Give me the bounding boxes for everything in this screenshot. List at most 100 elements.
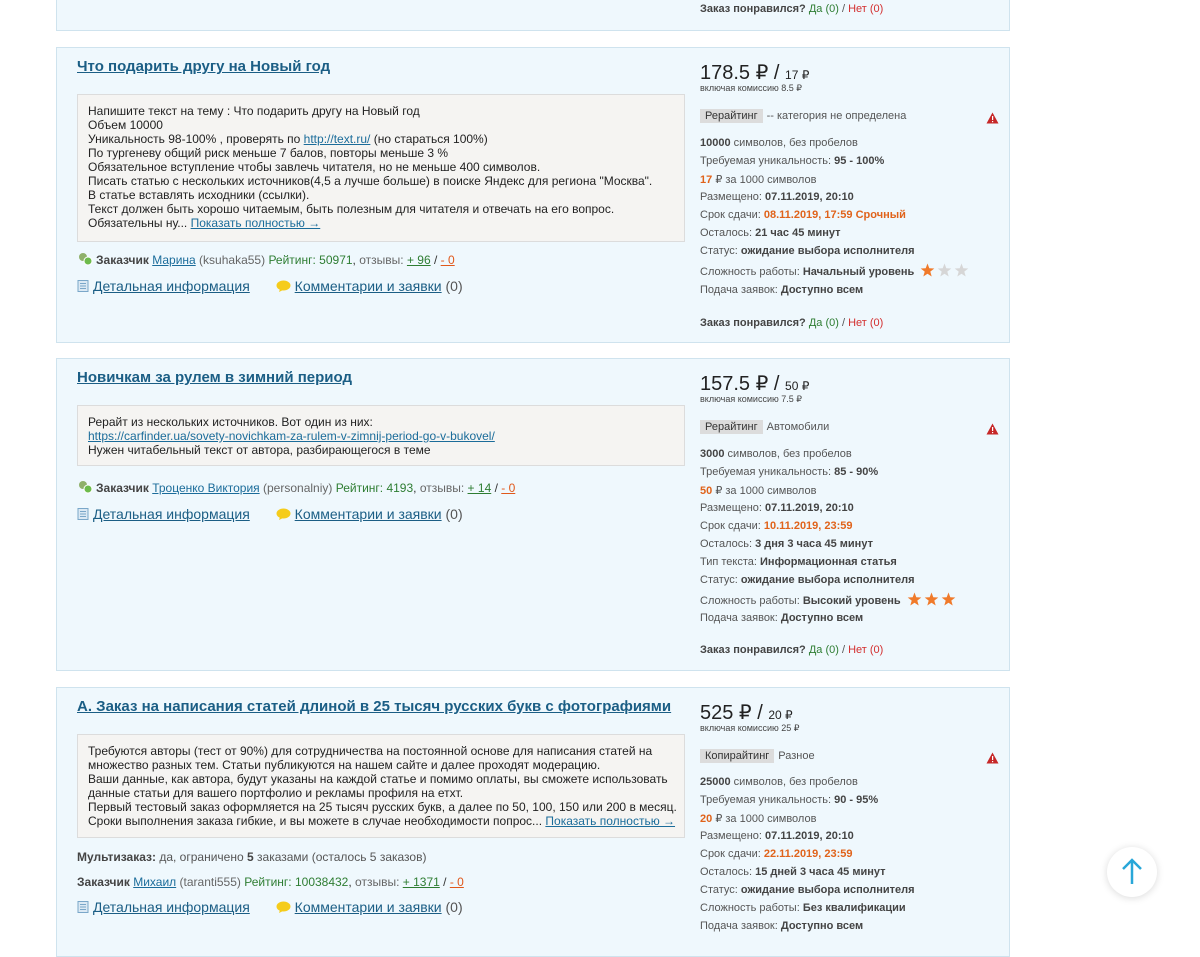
status-row: Статус: ожидание выбора исполнителя xyxy=(700,884,915,896)
like-no-link[interactable]: Нет (0) xyxy=(848,3,883,15)
details-link[interactable]: Детальная информация xyxy=(93,278,250,294)
customer-row: Заказчик Михаил (taranti555) Рейтинг: 10… xyxy=(77,875,464,889)
like-yes-link[interactable]: Да (0) xyxy=(809,317,839,329)
liked-row: Заказ понравился? Да (0) / Нет (0) xyxy=(700,317,884,329)
status-row: Статус: ожидание выбора исполнителя xyxy=(700,574,915,586)
order-title[interactable]: Новичкам за рулем в зимний период xyxy=(77,369,352,386)
warning-icon[interactable] xyxy=(986,423,999,435)
like-yes-link[interactable]: Да (0) xyxy=(809,3,839,15)
multi-label: Мультизаказ: xyxy=(77,850,156,864)
type-tag: Рерайтинг xyxy=(700,420,763,434)
desc-line: множество разных тем. Статьи публикуются… xyxy=(88,758,601,772)
text-type-row: Тип текста: Информационная статья xyxy=(700,556,897,568)
liked-label: Заказ понравился? xyxy=(700,3,806,15)
chars-row: 10000 символов, без пробелов xyxy=(700,137,858,149)
difficulty-row: Сложность работы: Начальный уровень xyxy=(700,263,970,278)
desc-link[interactable]: http://text.ru/ xyxy=(304,132,371,146)
customer-label: Заказчик xyxy=(77,875,130,889)
like-no-link[interactable]: Нет (0) xyxy=(848,317,883,329)
customer-name-link[interactable]: Марина xyxy=(152,253,195,267)
comments-link[interactable]: Комментарии и заявки xyxy=(295,278,442,294)
left-row: Осталось: 21 час 45 минут xyxy=(700,227,841,239)
document-icon xyxy=(77,901,89,913)
actions-row: Детальная информация Комментарии и заявк… xyxy=(77,899,463,915)
order-price: 525 ₽ / 20 ₽ xyxy=(700,702,793,724)
comments-count: (0) xyxy=(445,506,463,522)
comment-bubble-icon xyxy=(276,901,291,913)
uniq-row: Требуемая уникальность: 90 - 95% xyxy=(700,794,879,806)
left-row: Осталось: 3 дня 3 часа 45 минут xyxy=(700,538,873,550)
customer-label: Заказчик xyxy=(96,481,149,495)
desc-line: Уникальность 98-100% , проверять по http… xyxy=(88,132,488,146)
apply-row: Подача заявок: Доступно всем xyxy=(700,612,864,624)
like-yes-link[interactable]: Да (0) xyxy=(809,644,839,656)
desc-line: В статье вставлять исходники (ссылки). xyxy=(88,188,310,202)
desc-line: Писать статью с нескольких источников(4,… xyxy=(88,174,653,188)
posted-row: Размещено: 07.11.2019, 20:10 xyxy=(700,830,854,842)
order-card-partial: Заказ понравился? Да (0) / Нет (0) xyxy=(56,0,1010,31)
desc-line: данные статьи для вашего портфолио и рек… xyxy=(88,786,464,800)
arrow-up-icon xyxy=(1122,858,1142,884)
chars-row: 25000 символов, без пробелов xyxy=(700,776,858,788)
warning-icon[interactable] xyxy=(986,752,999,764)
reviews-label: отзывы: xyxy=(359,253,404,267)
customer-name-link[interactable]: Михаил xyxy=(133,875,176,889)
posted-row: Размещено: 07.11.2019, 20:10 xyxy=(700,191,854,203)
customer-label: Заказчик xyxy=(96,253,149,267)
details-link[interactable]: Детальная информация xyxy=(93,899,250,915)
difficulty-row: Сложность работы: Без квалификации xyxy=(700,902,906,914)
reviews-minus-link[interactable]: - 0 xyxy=(450,875,464,889)
reviews-minus-link[interactable]: - 0 xyxy=(441,253,455,267)
multi-order-row: Мультизаказ: да, ограничено 5 заказами (… xyxy=(77,850,427,864)
order-title[interactable]: Что подарить другу на Новый год xyxy=(77,58,330,75)
customer-row: Заказчик Марина (ksuhaka55) Рейтинг: 509… xyxy=(77,252,455,267)
desc-line: https://carfinder.ua/sovety-novichkam-za… xyxy=(88,429,674,443)
type-tag: Рерайтинг xyxy=(700,109,763,123)
reviews-plus-link[interactable]: + 96 xyxy=(407,253,431,267)
commission: включая комиссию 25 ₽ xyxy=(700,723,800,733)
desc-line: Обязательное вступление чтобы завлечь чи… xyxy=(88,160,541,174)
show-more-link[interactable]: Показать полностью → xyxy=(545,814,675,828)
category-row: Рерайтинг Автомобили xyxy=(700,420,829,434)
order-title[interactable]: А. Заказ на написания статей длиной в 25… xyxy=(77,698,671,715)
document-icon xyxy=(77,508,89,520)
reviews-label: отзывы: xyxy=(419,481,465,495)
desc-line: Первый тестовый заказ оформляется на 25 … xyxy=(88,800,677,814)
reviews-plus-link[interactable]: + 1371 xyxy=(403,875,440,889)
desc-line: Ваши данные, как автора, будут указаны н… xyxy=(88,772,668,786)
desc-line: Рерайт из нескольких источников. Вот оди… xyxy=(88,415,373,429)
customer-login: (taranti555) xyxy=(179,875,241,889)
reviews-plus-link[interactable]: + 14 xyxy=(468,481,492,495)
category-row: Рерайтинг -- категория не определена xyxy=(700,109,906,123)
order-description: Напишите текст на тему : Что подарить др… xyxy=(77,94,685,242)
document-icon xyxy=(77,280,89,292)
scroll-to-top-button[interactable] xyxy=(1107,847,1157,897)
customer-row: Заказчик Троценко Виктория (personalniy)… xyxy=(77,480,515,495)
customer-name-link[interactable]: Троценко Виктория xyxy=(152,481,259,495)
show-more-link[interactable]: Показать полностью → xyxy=(191,216,321,230)
customer-rating: 50971 xyxy=(319,253,353,267)
reviews-label: отзывы: xyxy=(355,875,400,889)
order-card: Что подарить другу на Новый год Напишите… xyxy=(56,47,1010,343)
status-row: Статус: ожидание выбора исполнителя xyxy=(700,245,915,257)
comments-link[interactable]: Комментарии и заявки xyxy=(295,899,442,915)
reviews-minus-link[interactable]: - 0 xyxy=(501,481,515,495)
actions-row: Детальная информация Комментарии и заявк… xyxy=(77,278,463,294)
desc-line: По тургеневу общий риск меньше 7 балов, … xyxy=(88,146,449,160)
warning-icon[interactable] xyxy=(986,112,999,124)
like-no-link[interactable]: Нет (0) xyxy=(848,644,883,656)
per-1000-row: 50 ₽ за 1000 символов xyxy=(700,485,817,497)
desc-link[interactable]: https://carfinder.ua/sovety-novichkam-za… xyxy=(88,429,495,443)
liked-row: Заказ понравился? Да (0) / Нет (0) xyxy=(700,644,884,656)
actions-row: Детальная информация Комментарии и заявк… xyxy=(77,506,463,522)
customer-rating: 10038432 xyxy=(294,875,349,889)
comments-link[interactable]: Комментарии и заявки xyxy=(295,506,442,522)
details-link[interactable]: Детальная информация xyxy=(93,506,250,522)
user-icon xyxy=(79,253,93,266)
commission: включая комиссию 7.5 ₽ xyxy=(700,394,802,404)
order-price: 157.5 ₽ / 50 ₽ xyxy=(700,373,810,395)
customer-rating: 4193 xyxy=(386,481,414,495)
desc-line: Обязательны ну... Показать полностью → xyxy=(88,216,321,230)
uniq-row: Требуемая уникальность: 85 - 90% xyxy=(700,466,879,478)
difficulty-stars xyxy=(907,592,956,606)
